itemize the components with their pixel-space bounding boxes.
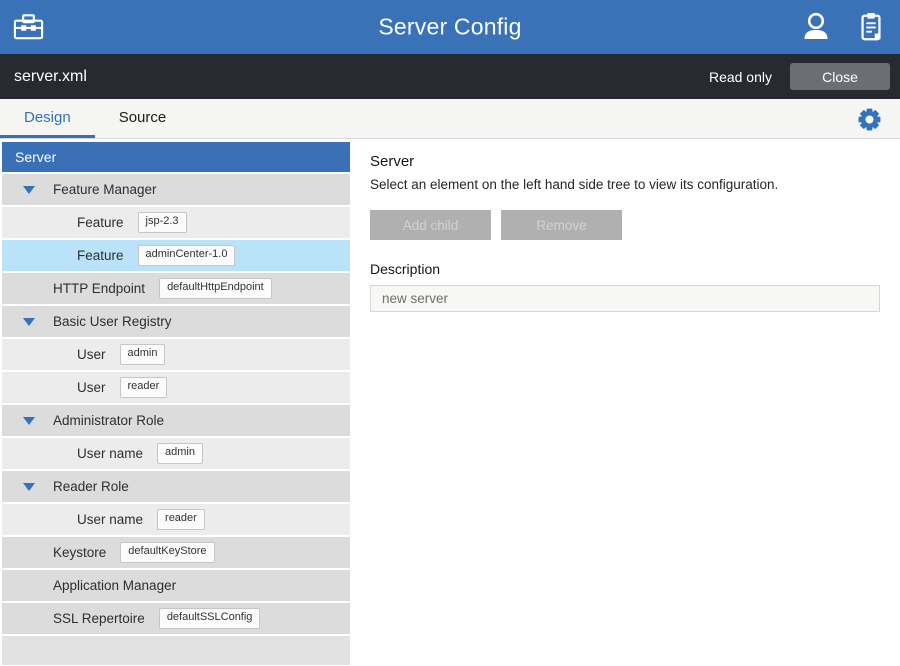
tree-root-server[interactable]: Server	[2, 142, 350, 172]
toolbox-icon[interactable]	[12, 12, 45, 42]
value-badge: defaultHttpEndpoint	[159, 278, 272, 298]
description-input[interactable]	[370, 285, 880, 312]
detail-instruction: Select an element on the left hand side …	[370, 177, 880, 192]
value-badge: jsp-2.3	[138, 212, 187, 232]
tree-row-feature-selected[interactable]: Feature adminCenter-1.0	[2, 240, 350, 271]
tree-row-basic-user-registry[interactable]: Basic User Registry	[2, 306, 350, 337]
close-button[interactable]: Close	[790, 63, 890, 90]
readonly-badge: Read only	[709, 69, 772, 85]
tab-source[interactable]: Source	[95, 99, 191, 138]
tree-row-feature-manager[interactable]: Feature Manager	[2, 174, 350, 205]
clipboard-icon[interactable]	[856, 10, 886, 44]
tree-row-administrator-role[interactable]: Administrator Role	[2, 405, 350, 436]
tree-row-user-reader[interactable]: User reader	[2, 372, 350, 403]
tree-row-http-endpoint[interactable]: HTTP Endpoint defaultHttpEndpoint	[2, 273, 350, 304]
tab-bar: Design Source	[0, 99, 900, 139]
triangle-down-icon[interactable]	[23, 318, 35, 326]
value-badge: defaultSSLConfig	[159, 608, 261, 628]
value-badge: reader	[120, 377, 168, 397]
content-area: Server Feature Manager Feature jsp-2.3 F…	[0, 139, 900, 665]
value-badge: reader	[157, 509, 205, 529]
detail-panel: Server Select an element on the left han…	[350, 139, 900, 665]
app-title: Server Config	[378, 14, 521, 41]
config-tree: Server Feature Manager Feature jsp-2.3 F…	[0, 139, 350, 665]
triangle-down-icon[interactable]	[23, 186, 35, 194]
remove-button[interactable]: Remove	[501, 210, 622, 240]
tree-row-keystore[interactable]: Keystore defaultKeyStore	[2, 537, 350, 568]
value-badge: defaultKeyStore	[120, 542, 214, 562]
triangle-down-icon[interactable]	[23, 417, 35, 425]
tree-filler	[2, 636, 350, 665]
tree-row-application-manager[interactable]: Application Manager	[2, 570, 350, 601]
tree-row-ssl-repertoire[interactable]: SSL Repertoire defaultSSLConfig	[2, 603, 350, 634]
tree-row-username-admin[interactable]: User name admin	[2, 438, 350, 469]
add-child-button[interactable]: Add child	[370, 210, 491, 240]
tree-row-username-reader[interactable]: User name reader	[2, 504, 350, 535]
value-badge: admin	[120, 344, 166, 364]
file-bar: server.xml Read only Close	[0, 54, 900, 99]
settings-gear-icon[interactable]	[857, 107, 882, 137]
file-name: server.xml	[14, 68, 87, 86]
value-badge: adminCenter-1.0	[138, 245, 236, 265]
triangle-down-icon[interactable]	[23, 483, 35, 491]
tree-row-user-admin[interactable]: User admin	[2, 339, 350, 370]
value-badge: admin	[157, 443, 203, 463]
app-header: Server Config	[0, 0, 900, 54]
detail-title: Server	[370, 153, 880, 170]
description-label: Description	[370, 261, 880, 277]
tab-design[interactable]: Design	[0, 99, 95, 138]
tree-row-reader-role[interactable]: Reader Role	[2, 471, 350, 502]
tree-row-feature[interactable]: Feature jsp-2.3	[2, 207, 350, 238]
user-icon[interactable]	[800, 10, 832, 44]
